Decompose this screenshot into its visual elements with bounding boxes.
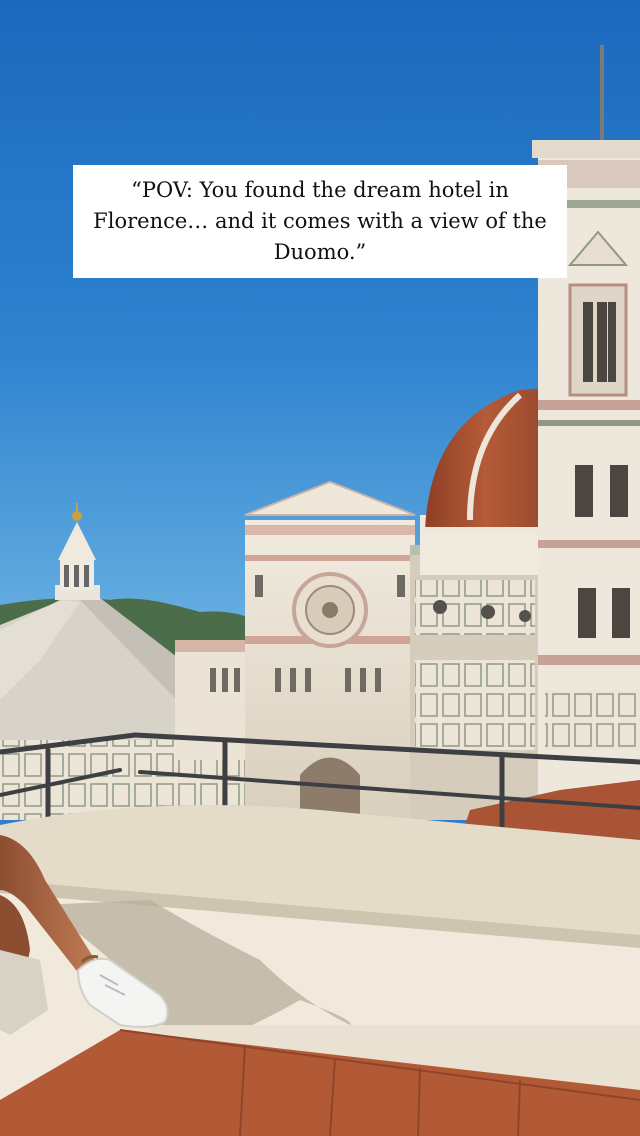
caption-text: “POV: You found the dream hotel in Flore… — [93, 178, 547, 264]
bell-tower — [532, 45, 640, 810]
caption-box: “POV: You found the dream hotel in Flore… — [73, 165, 567, 278]
